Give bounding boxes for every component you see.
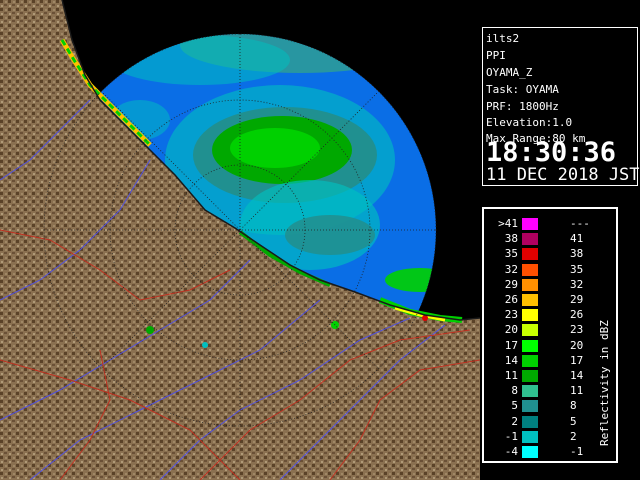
legend-swatch	[522, 446, 538, 458]
task-name: Task: OYAMA	[486, 83, 559, 96]
observation-time: 18:30:36	[486, 137, 617, 168]
legend-swatch	[522, 218, 538, 230]
legend-high-label: 38	[570, 247, 584, 261]
legend-swatch	[522, 309, 538, 322]
legend-swatch	[522, 370, 538, 382]
legend-title: Reflectivity in dBZ	[598, 320, 611, 446]
radar-name: OYAMA_Z	[486, 66, 533, 79]
legend-low-label: >41	[498, 217, 518, 230]
legend-high-label: 23	[570, 323, 584, 337]
legend-swatch	[522, 263, 538, 276]
legend-high-label: 26	[570, 308, 584, 322]
legend-high-label: ---	[570, 217, 590, 230]
legend-swatch	[522, 354, 538, 367]
station-id: ilts2	[486, 32, 520, 45]
legend-low-label: 32	[504, 262, 518, 276]
legend-low-label: 2	[511, 414, 518, 428]
prf-value: PRF: 1800Hz	[486, 100, 559, 113]
legend-swatch	[522, 278, 538, 291]
legend-high-label: 32	[570, 277, 584, 291]
legend-low-label: 17	[504, 338, 518, 352]
legend-swatch	[522, 294, 538, 306]
legend-low-label: 29	[504, 277, 518, 291]
product-type: PPI	[486, 49, 506, 62]
legend-high-label: 8	[570, 399, 577, 413]
legend-high-label: 5	[570, 414, 577, 428]
radar-info-panel: ilts2 PPI OYAMA_Z Task: OYAMA PRF: 1800H…	[482, 27, 640, 186]
legend-low-label: 35	[504, 247, 518, 261]
legend-low-label: 23	[504, 308, 518, 322]
legend-low-label: 11	[504, 369, 518, 382]
legend-low-label: 20	[504, 323, 518, 337]
legend-low-label: -1	[504, 429, 518, 443]
legend-high-label: 29	[570, 293, 584, 306]
radar-display: ilts2 PPI OYAMA_Z Task: OYAMA PRF: 1800H…	[0, 0, 640, 480]
legend-swatch	[522, 248, 538, 261]
legend-high-label: 41	[570, 232, 584, 246]
legend-high-label: 11	[570, 384, 584, 398]
legend-low-label: 26	[504, 293, 518, 306]
legend-low-label: 8	[511, 384, 518, 398]
legend-high-label: -1	[570, 445, 584, 458]
legend-swatch	[522, 339, 538, 352]
legend-swatch	[522, 385, 538, 398]
legend-high-label: 35	[570, 262, 584, 276]
legend-swatch	[522, 430, 538, 443]
legend-high-label: 2	[570, 429, 577, 443]
legend-swatch	[522, 415, 538, 428]
legend-low-label: 14	[504, 353, 518, 367]
radar-map	[0, 0, 480, 480]
legend-swatch	[522, 324, 538, 337]
legend-high-label: 20	[570, 338, 584, 352]
elevation-value: Elevation:1.0	[486, 116, 573, 129]
legend-high-label: 14	[570, 369, 584, 382]
legend-low-label: -4	[504, 445, 518, 458]
legend-low-label: 38	[504, 232, 518, 246]
legend-low-label: 5	[511, 399, 518, 413]
legend-swatch	[522, 400, 538, 413]
legend-high-label: 17	[570, 353, 584, 367]
legend-swatch	[522, 233, 538, 246]
observation-date: 11 DEC 2018 JST	[486, 165, 640, 185]
reflectivity-legend: >41 --- 38 41 35 38 32 35 29 32 26 29 23 26 20 23 17 20 14…	[482, 207, 618, 463]
